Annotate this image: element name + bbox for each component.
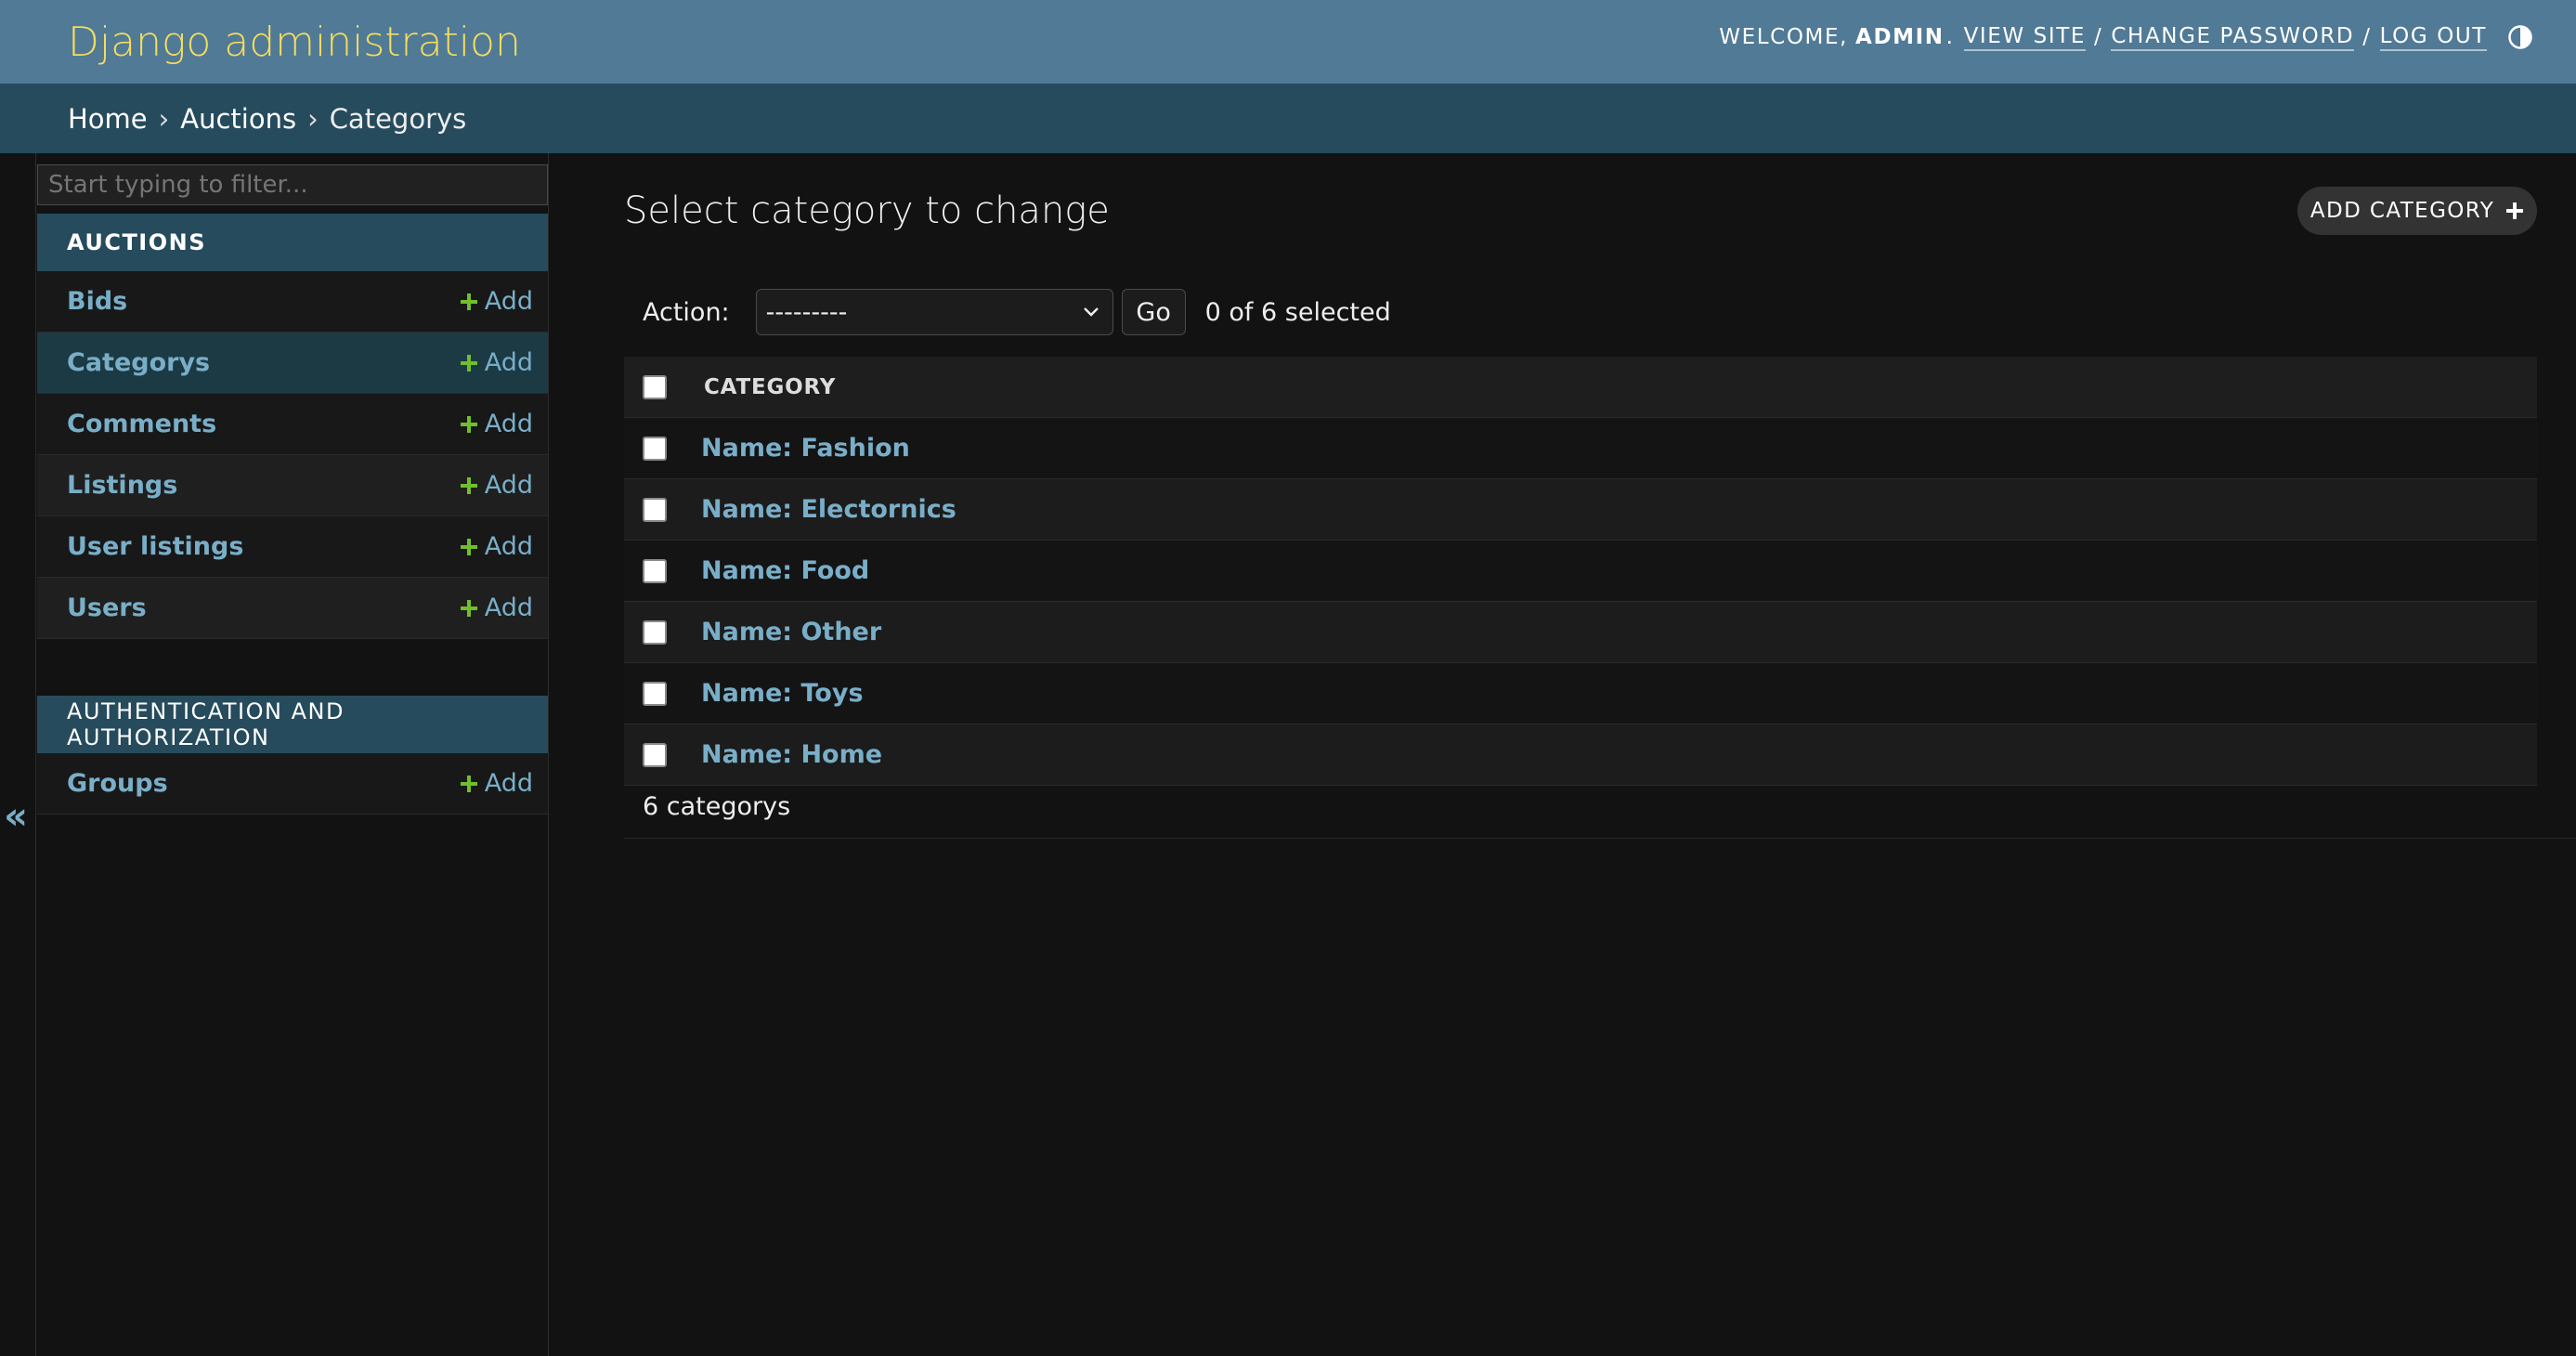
go-button[interactable]: Go: [1121, 289, 1186, 335]
category-link[interactable]: Name: Toys: [701, 679, 864, 708]
table-row: Name: Fashion: [624, 418, 2537, 479]
selection-counter: 0 of 6 selected: [1204, 297, 1391, 327]
category-link[interactable]: Name: Other: [701, 618, 881, 646]
row-checkbox[interactable]: [643, 681, 667, 706]
add-category-button[interactable]: Add category: [2297, 187, 2537, 235]
category-link[interactable]: Name: Electornics: [701, 495, 956, 524]
sidebar-item-categorys: Categorys Add: [37, 332, 548, 394]
category-link[interactable]: Name: Fashion: [701, 434, 910, 463]
sidebar-item-comments: Comments Add: [37, 394, 548, 455]
add-category-link[interactable]: Add: [460, 348, 533, 377]
sidebar-item-label[interactable]: Comments: [67, 410, 216, 438]
add-link-label: Add: [484, 410, 533, 438]
add-link-label: Add: [484, 471, 533, 500]
result-list-table: Category Name: Fashion Name: Electornics…: [624, 357, 2537, 786]
add-link-label: Add: [484, 532, 533, 561]
add-link-label: Add: [484, 769, 533, 798]
log-out-link[interactable]: Log out: [2379, 24, 2487, 51]
separator: /: [2362, 25, 2372, 49]
row-checkbox[interactable]: [643, 436, 667, 461]
username: admin: [1855, 25, 1945, 49]
add-group-link[interactable]: Add: [460, 769, 533, 798]
add-button-label: Add category: [2309, 199, 2495, 223]
module-auctions: Auctions Bids Add Categorys Add Comments…: [37, 214, 548, 639]
sidebar-item-user-listings: User listings Add: [37, 516, 548, 578]
username-suffix: .: [1945, 25, 1955, 49]
add-link-label: Add: [484, 287, 533, 316]
row-checkbox[interactable]: [643, 742, 667, 767]
paginator: 6 categorys: [624, 776, 2576, 839]
plus-icon: [2505, 202, 2524, 220]
plus-icon: [460, 599, 478, 618]
breadcrumb: Home › Auctions › Categorys: [0, 84, 2576, 153]
add-listing-link[interactable]: Add: [460, 471, 533, 500]
site-branding[interactable]: Django administration: [68, 0, 521, 84]
page-title: Select category to change: [624, 189, 1110, 232]
select-all-checkbox[interactable]: [643, 374, 667, 399]
breadcrumb-auctions[interactable]: Auctions: [180, 103, 296, 135]
plus-icon: [460, 538, 478, 556]
breadcrumb-separator: ›: [158, 102, 170, 135]
sidebar-item-users: Users Add: [37, 578, 548, 639]
table-header: Category: [624, 357, 2537, 418]
sidebar-item-label[interactable]: Users: [67, 593, 147, 622]
sidebar-item-label[interactable]: User listings: [67, 532, 243, 561]
add-link-label: Add: [484, 348, 533, 377]
column-header-category[interactable]: Category: [704, 375, 836, 399]
breadcrumb-home[interactable]: Home: [68, 103, 148, 135]
sidebar-item-label[interactable]: Groups: [67, 769, 168, 798]
module-caption[interactable]: Authentication and Authorization: [37, 696, 548, 753]
header: Django administration Welcome, admin . V…: [0, 0, 2576, 84]
plus-icon: [460, 476, 478, 495]
breadcrumb-separator: ›: [307, 102, 319, 135]
add-comment-link[interactable]: Add: [460, 410, 533, 438]
sidebar-item-groups: Groups Add: [37, 753, 548, 815]
user-tools: Welcome, admin . View site / Change pass…: [1719, 0, 2533, 74]
half-circle-icon: [2508, 25, 2532, 49]
row-checkbox[interactable]: [643, 497, 667, 522]
actions-bar: Action: --------- Go 0 of 6 selected: [624, 286, 1391, 338]
collapse-sidebar-icon[interactable]: «: [0, 794, 32, 839]
table-row: Name: Toys: [624, 663, 2537, 724]
category-link[interactable]: Name: Home: [701, 740, 882, 769]
category-link[interactable]: Name: Food: [701, 556, 869, 585]
breadcrumb-current: Categorys: [329, 102, 467, 135]
main-content: Select category to change Add category A…: [549, 153, 2576, 1356]
table-row: Name: Electornics: [624, 479, 2537, 541]
plus-icon: [460, 293, 478, 311]
row-checkbox[interactable]: [643, 619, 667, 645]
table-row: Name: Food: [624, 541, 2537, 602]
add-link-label: Add: [484, 593, 533, 622]
plus-icon: [460, 415, 478, 434]
sidebar-item-label[interactable]: Categorys: [67, 348, 210, 377]
change-password-link[interactable]: Change password: [2111, 24, 2355, 51]
action-select-value: ---------: [765, 297, 848, 327]
theme-toggle-button[interactable]: [2507, 24, 2533, 50]
add-user-listing-link[interactable]: Add: [460, 532, 533, 561]
nav-sidebar: « Auctions Bids Add Categorys Add Commen…: [0, 153, 549, 1356]
view-site-link[interactable]: View site: [1963, 24, 2087, 51]
sidebar-item-label[interactable]: Bids: [67, 287, 127, 316]
table-row: Name: Other: [624, 602, 2537, 663]
sidebar-item-bids: Bids Add: [37, 271, 548, 332]
nav-filter-input[interactable]: [37, 164, 548, 205]
welcome-text: Welcome,: [1719, 25, 1849, 49]
add-user-link[interactable]: Add: [460, 593, 533, 622]
separator: /: [2094, 25, 2103, 49]
add-bid-link[interactable]: Add: [460, 287, 533, 316]
sidebar-item-label[interactable]: Listings: [67, 471, 177, 500]
module-authentication: Authentication and Authorization Groups …: [37, 696, 548, 815]
module-caption[interactable]: Auctions: [37, 214, 548, 271]
chevron-down-icon: [1083, 307, 1099, 317]
plus-icon: [460, 354, 478, 372]
row-checkbox[interactable]: [643, 558, 667, 583]
sidebar-divider: [35, 153, 36, 1356]
action-select[interactable]: ---------: [755, 289, 1113, 335]
action-label: Action:: [643, 297, 730, 327]
plus-icon: [460, 775, 478, 793]
sidebar-item-listings: Listings Add: [37, 455, 548, 516]
